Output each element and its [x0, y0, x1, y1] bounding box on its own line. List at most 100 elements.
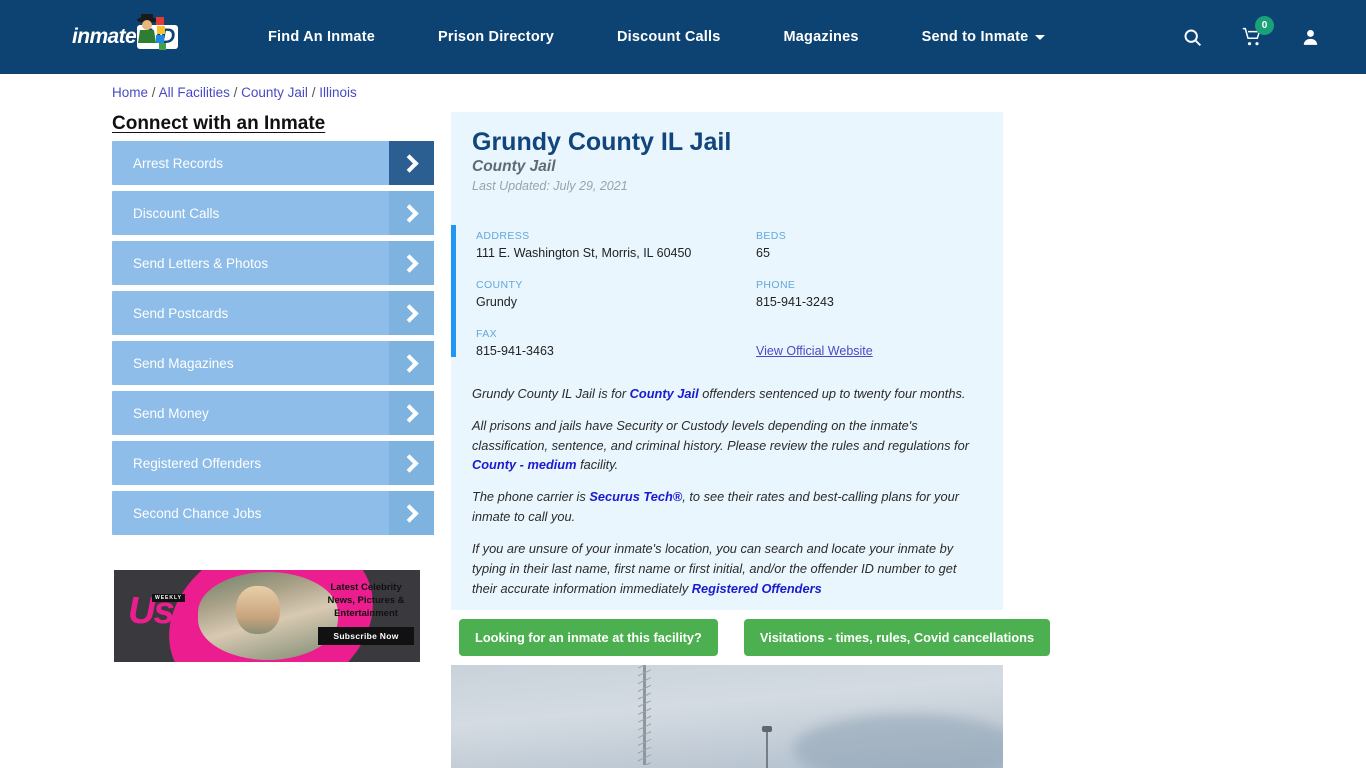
- chevron-right-icon: [389, 191, 434, 235]
- description-paragraph-2: All prisons and jails have Security or C…: [472, 416, 984, 475]
- detail-label: COUNTY: [476, 279, 523, 291]
- breadcrumb-county-jail[interactable]: County Jail: [241, 85, 308, 100]
- nav-send-to-inmate[interactable]: Send to Inmate: [922, 29, 1046, 45]
- cart-count-badge: 0: [1255, 16, 1274, 35]
- action-button-group: Looking for an inmate at this facility? …: [459, 619, 1051, 656]
- detail-fax: FAX 815-941-3463: [476, 328, 756, 358]
- breadcrumb: Home / All Facilities / County Jail / Il…: [112, 85, 357, 100]
- nav-magazines[interactable]: Magazines: [784, 29, 859, 45]
- sidebar-item-label: Second Chance Jobs: [133, 505, 262, 521]
- sidebar-item-label: Send Letters & Photos: [133, 255, 269, 271]
- chevron-right-icon: [389, 491, 434, 535]
- securus-tech-link[interactable]: Securus Tech®: [589, 489, 682, 504]
- description-paragraph-4: If you are unsure of your inmate's locat…: [472, 539, 984, 598]
- county-jail-link[interactable]: County Jail: [630, 386, 699, 401]
- breadcrumb-separator: /: [311, 85, 316, 100]
- official-website-link[interactable]: View Official Website: [756, 344, 976, 358]
- nav-find-an-inmate[interactable]: Find An Inmate: [268, 29, 375, 45]
- logo-character-icon: [137, 14, 166, 50]
- sidebar-item-discount-calls[interactable]: Discount Calls: [112, 191, 434, 235]
- photo-communications-tower: [638, 665, 651, 765]
- header-icon-group: 0: [1182, 0, 1320, 74]
- ad-copy-line-3: Entertainment: [334, 607, 398, 619]
- inmate-search-button[interactable]: Looking for an inmate at this facility?: [459, 619, 718, 656]
- page-title: Grundy County IL Jail: [472, 128, 732, 156]
- chevron-right-icon: [389, 141, 434, 185]
- sidebar-item-label: Arrest Records: [133, 155, 224, 171]
- visitations-button[interactable]: Visitations - times, rules, Covid cancel…: [743, 619, 1051, 656]
- sidebar-item-label: Discount Calls: [133, 205, 220, 221]
- paragraph-text: The phone carrier is: [472, 489, 590, 505]
- sidebar-item-send-postcards[interactable]: Send Postcards: [112, 291, 434, 335]
- ad-photo: [198, 572, 338, 660]
- nav-discount-calls[interactable]: Discount Calls: [617, 29, 721, 45]
- photo-cloud: [793, 714, 1003, 768]
- chevron-down-icon: [1035, 34, 1046, 40]
- sidebar-item-label: Send Money: [133, 405, 209, 421]
- sidebar-item-arrest-records[interactable]: Arrest Records: [112, 141, 434, 185]
- site-header: inmate AID Find An Inmate Prison Directo…: [0, 0, 1366, 74]
- detail-value: Grundy: [476, 295, 517, 309]
- ad-copy-line-2: News, Pictures &: [327, 594, 405, 606]
- detail-label: BEDS: [756, 230, 787, 242]
- nav-prison-directory[interactable]: Prison Directory: [438, 29, 554, 45]
- detail-address: ADDRESS 111 E. Washington St, Morris, IL…: [476, 230, 756, 260]
- sidebar-item-label: Send Magazines: [133, 355, 234, 371]
- breadcrumb-all-facilities[interactable]: All Facilities: [159, 85, 230, 100]
- advertisement-banner[interactable]: Us WEEKLY Latest Celebrity News, Picture…: [114, 570, 420, 662]
- card-accent-bar: [451, 225, 456, 357]
- main-navigation: Find An Inmate Prison Directory Discount…: [268, 0, 1108, 74]
- chevron-right-icon: [389, 441, 434, 485]
- description-paragraph-1: Grundy County IL Jail is for County Jail…: [472, 384, 984, 404]
- sidebar-item-send-money[interactable]: Send Money: [112, 391, 434, 435]
- search-icon[interactable]: [1182, 27, 1203, 48]
- detail-label: FAX: [476, 328, 498, 340]
- description-paragraph-3: The phone carrier is Securus Tech®, to s…: [472, 487, 984, 527]
- detail-value: 111 E. Washington St, Morris, IL 60450: [476, 246, 692, 260]
- last-updated-text: Last Updated: July 29, 2021: [472, 179, 628, 193]
- sidebar-item-send-letters-photos[interactable]: Send Letters & Photos: [112, 241, 434, 285]
- sidebar-item-send-magazines[interactable]: Send Magazines: [112, 341, 434, 385]
- cart-icon[interactable]: 0: [1241, 16, 1274, 47]
- facility-photo: [451, 665, 1003, 768]
- sidebar-item-label: Send Postcards: [133, 305, 229, 321]
- sidebar-item-label: Registered Offenders: [133, 455, 262, 471]
- sidebar-heading: Connect with an Inmate: [112, 113, 326, 134]
- breadcrumb-home[interactable]: Home: [112, 85, 148, 100]
- county-medium-link[interactable]: County - medium: [472, 457, 577, 472]
- detail-value: 815-941-3463: [476, 344, 554, 358]
- sidebar-item-second-chance-jobs[interactable]: Second Chance Jobs: [112, 491, 434, 535]
- facility-description: Grundy County IL Jail is for County Jail…: [472, 384, 984, 610]
- detail-phone: PHONE 815-941-3243: [756, 279, 976, 309]
- detail-label: ADDRESS: [476, 230, 530, 242]
- ad-copy-block: Latest Celebrity News, Pictures & Entert…: [318, 582, 414, 646]
- registered-offenders-link[interactable]: Registered Offenders: [692, 581, 822, 596]
- detail-county: COUNTY Grundy: [476, 279, 756, 309]
- user-icon[interactable]: [1301, 27, 1320, 47]
- paragraph-text: facility.: [576, 457, 619, 473]
- chevron-right-icon: [389, 391, 434, 435]
- detail-value: 815-941-3243: [756, 295, 834, 309]
- chevron-right-icon: [389, 241, 434, 285]
- detail-label: PHONE: [756, 279, 796, 291]
- breadcrumb-separator: /: [151, 85, 156, 100]
- site-logo[interactable]: inmate AID: [72, 14, 192, 57]
- ad-subscribe-button[interactable]: Subscribe Now: [318, 627, 414, 646]
- detail-beds: BEDS 65: [756, 230, 976, 260]
- detail-value: 65: [756, 246, 770, 260]
- paragraph-text: All prisons and jails have Security or C…: [472, 417, 969, 453]
- facility-info-card: Grundy County IL Jail County Jail Last U…: [451, 112, 1003, 610]
- sidebar-link-list: Arrest Records Discount Calls Send Lette…: [112, 141, 434, 541]
- facility-details-grid: ADDRESS 111 E. Washington St, Morris, IL…: [476, 230, 976, 358]
- paragraph-text: Grundy County IL Jail is for: [472, 386, 630, 401]
- sidebar-item-registered-offenders[interactable]: Registered Offenders: [112, 441, 434, 485]
- breadcrumb-separator: /: [233, 85, 238, 100]
- chevron-right-icon: [389, 291, 434, 335]
- detail-website: View Official Website: [756, 328, 976, 358]
- breadcrumb-illinois[interactable]: Illinois: [319, 85, 357, 100]
- ad-copy-line-1: Latest Celebrity: [330, 582, 402, 593]
- ad-brand-sublabel: WEEKLY: [152, 594, 185, 602]
- chevron-right-icon: [389, 341, 434, 385]
- paragraph-text: offenders sentenced up to twenty four mo…: [698, 386, 966, 401]
- photo-light-post: [762, 726, 772, 768]
